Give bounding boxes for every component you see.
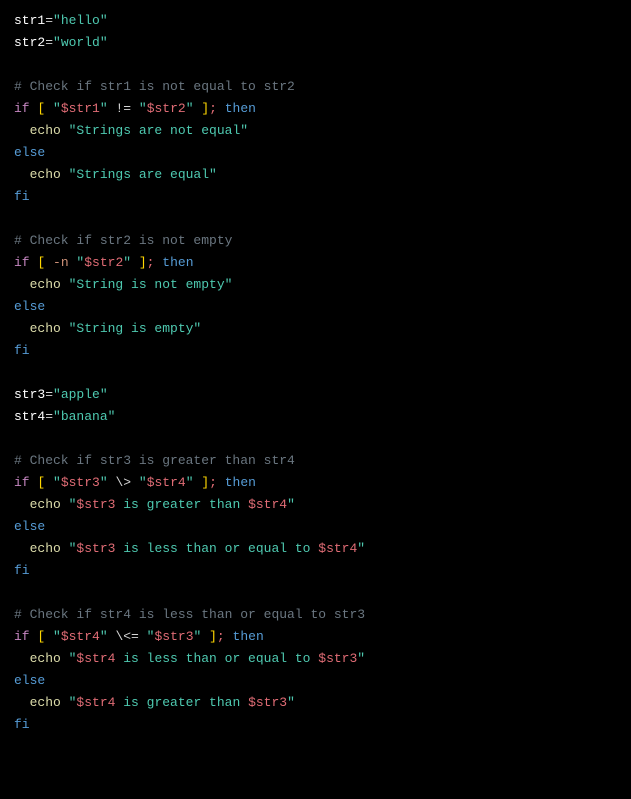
code-line: str1="hello" (14, 10, 617, 32)
code-line: else (14, 142, 617, 164)
code-line: if [ "$str3" \> "$str4" ]; then (14, 472, 617, 494)
code-line: fi (14, 714, 617, 736)
code-line: fi (14, 340, 617, 362)
code-line: # Check if str3 is greater than str4 (14, 450, 617, 472)
code-line: echo "String is empty" (14, 318, 617, 340)
code-line: echo "$str4 is less than or equal to $st… (14, 648, 617, 670)
code-line (14, 362, 617, 384)
code-block: str1="hello" str2="world" # Check if str… (14, 10, 617, 736)
code-line: echo "$str4 is greater than $str3" (14, 692, 617, 714)
code-line: if [ -n "$str2" ]; then (14, 252, 617, 274)
code-line: str3="apple" (14, 384, 617, 406)
code-line: if [ "$str1" != "$str2" ]; then (14, 98, 617, 120)
code-line: # Check if str2 is not empty (14, 230, 617, 252)
code-line: else (14, 516, 617, 538)
code-line (14, 582, 617, 604)
code-line: # Check if str1 is not equal to str2 (14, 76, 617, 98)
code-line: str2="world" (14, 32, 617, 54)
code-line (14, 208, 617, 230)
code-line: fi (14, 186, 617, 208)
code-line: fi (14, 560, 617, 582)
code-line (14, 428, 617, 450)
code-line (14, 54, 617, 76)
code-line: else (14, 670, 617, 692)
code-line: else (14, 296, 617, 318)
code-line: # Check if str4 is less than or equal to… (14, 604, 617, 626)
code-line: echo "String is not empty" (14, 274, 617, 296)
code-line: echo "$str3 is greater than $str4" (14, 494, 617, 516)
code-line: str4="banana" (14, 406, 617, 428)
code-line: if [ "$str4" \<= "$str3" ]; then (14, 626, 617, 648)
code-line: echo "Strings are not equal" (14, 120, 617, 142)
code-line: echo "Strings are equal" (14, 164, 617, 186)
code-line: echo "$str3 is less than or equal to $st… (14, 538, 617, 560)
